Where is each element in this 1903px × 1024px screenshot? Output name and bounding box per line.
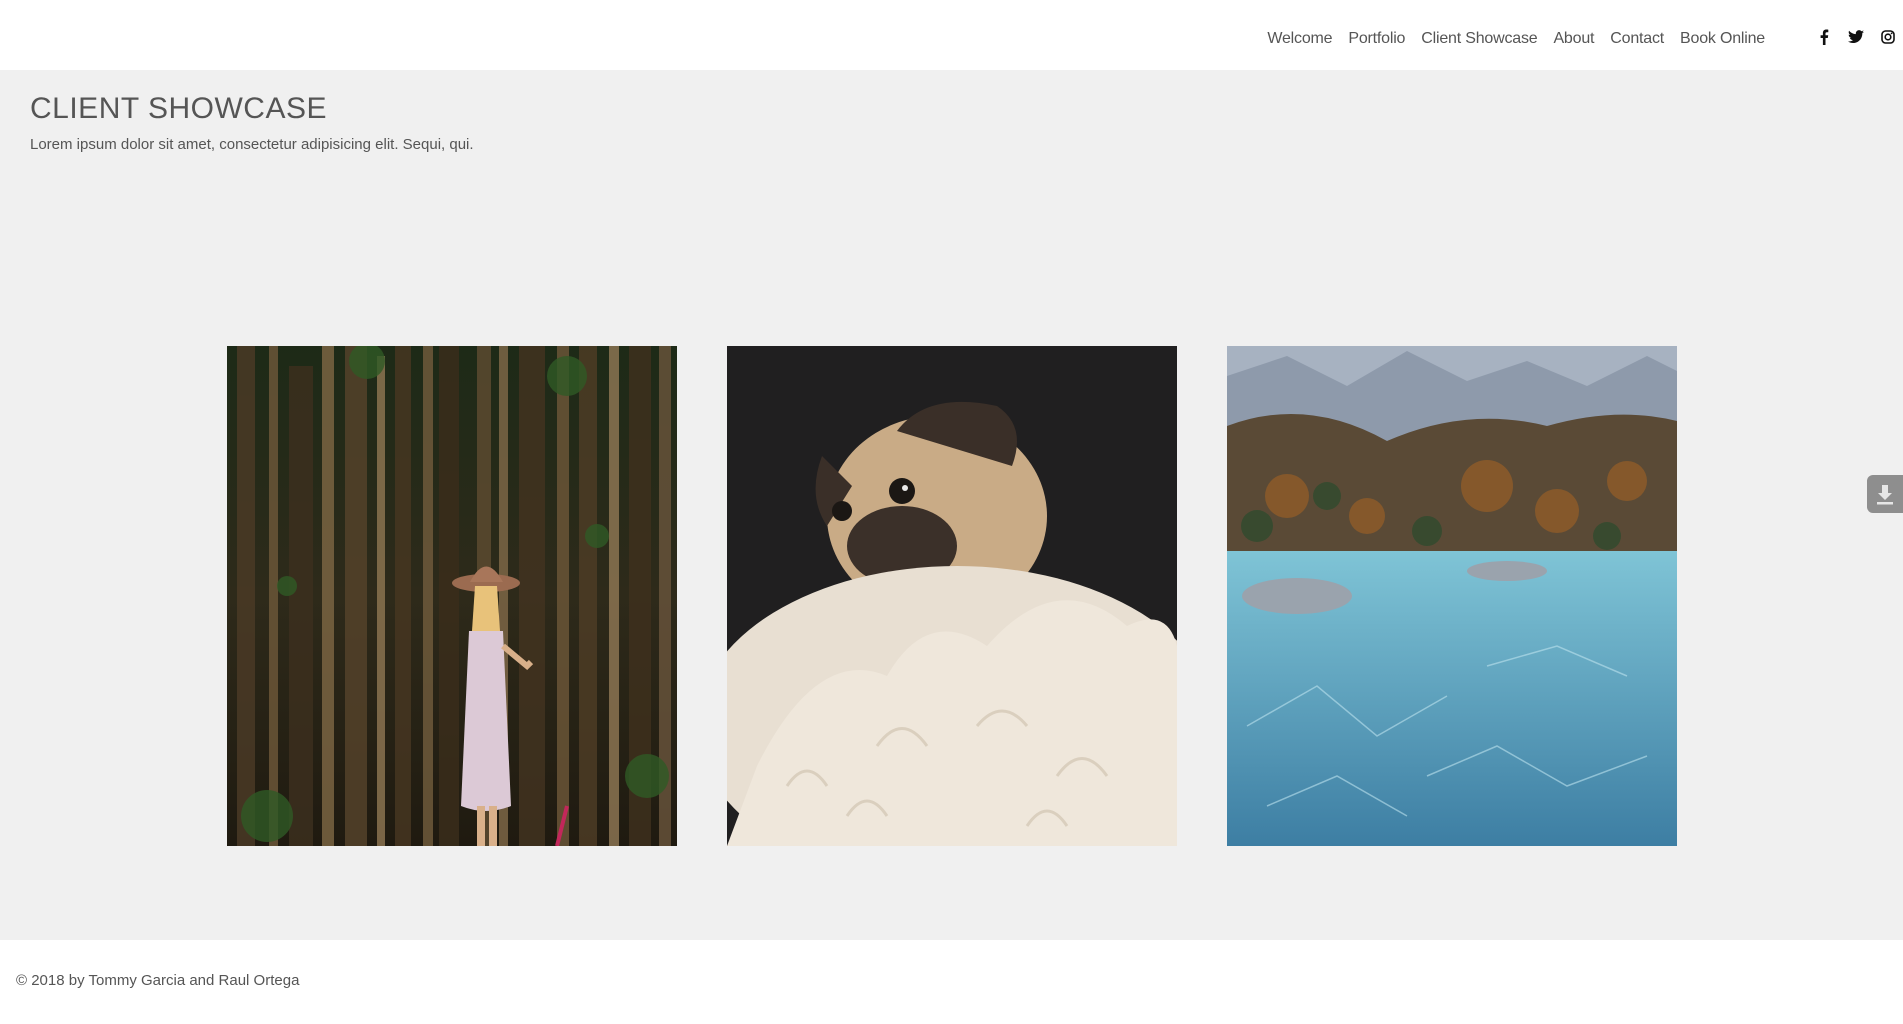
mountain-lake-photo[interactable] — [1227, 346, 1677, 846]
facebook-icon[interactable] — [1815, 28, 1833, 46]
download-tab[interactable] — [1867, 475, 1903, 513]
page-title: CLIENT SHOWCASE — [30, 92, 327, 125]
pug-in-fur-photo[interactable] — [727, 346, 1177, 846]
woman-in-forest-photo[interactable] — [227, 346, 677, 846]
nav-contact[interactable]: Contact — [1610, 30, 1664, 48]
nav-about[interactable]: About — [1553, 30, 1594, 48]
site-footer: © 2018 by Tommy Garcia and Raul Ortega — [0, 940, 1903, 1024]
download-icon — [1877, 485, 1893, 505]
page-subtitle: Lorem ipsum dolor sit amet, consectetur … — [30, 136, 474, 153]
main-nav: Welcome Portfolio Client Showcase About … — [1267, 30, 1765, 48]
nav-book-online[interactable]: Book Online — [1680, 30, 1765, 48]
twitter-icon[interactable] — [1847, 28, 1865, 46]
main-content: CLIENT SHOWCASE Lorem ipsum dolor sit am… — [0, 70, 1903, 940]
copyright-text: © 2018 by Tommy Garcia and Raul Ortega — [16, 972, 300, 989]
social-links — [1815, 28, 1897, 46]
site-header: Welcome Portfolio Client Showcase About … — [0, 0, 1903, 70]
instagram-icon[interactable] — [1879, 28, 1897, 46]
nav-portfolio[interactable]: Portfolio — [1348, 30, 1405, 48]
nav-client-showcase[interactable]: Client Showcase — [1421, 30, 1537, 48]
nav-welcome[interactable]: Welcome — [1267, 30, 1332, 48]
